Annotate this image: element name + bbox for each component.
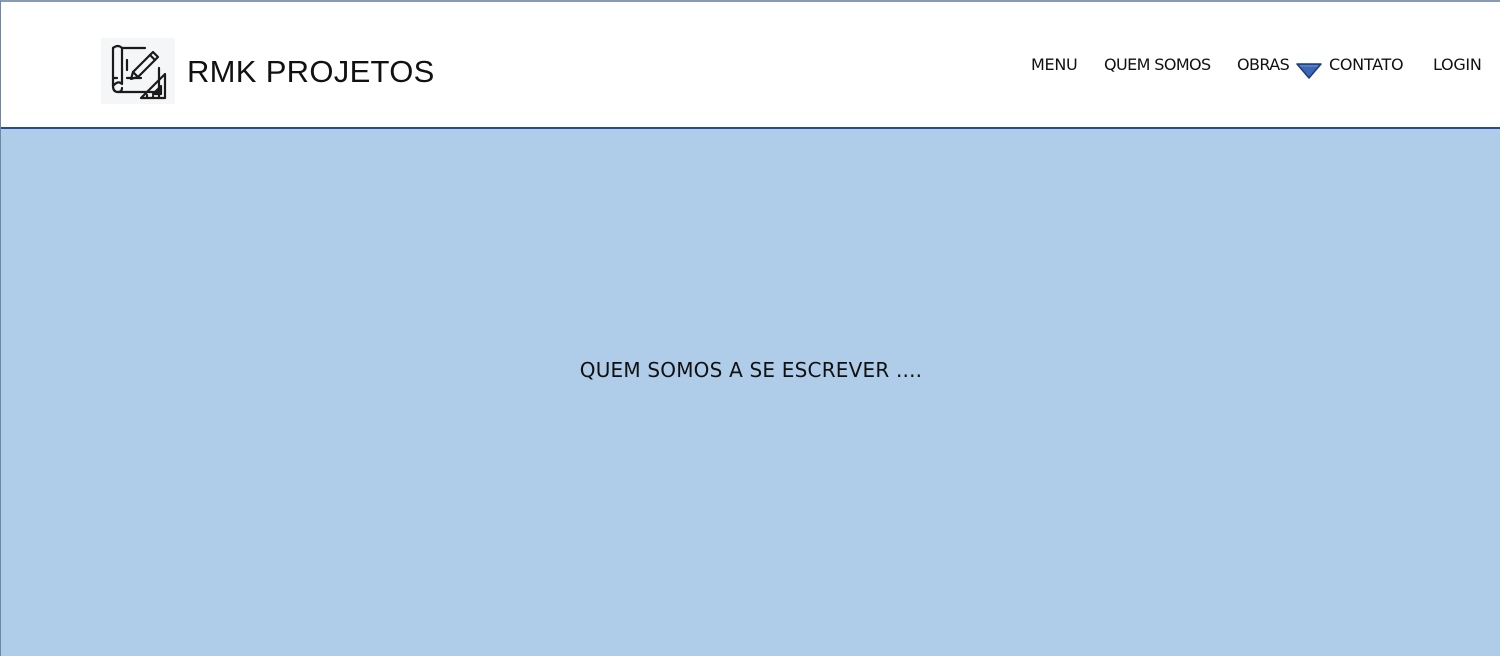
triangle-down-icon[interactable] — [1296, 63, 1322, 79]
nav-item-obras[interactable]: OBRAS — [1237, 52, 1290, 78]
site-header: RMK PROJETOS MENU QUEM SOMOS OBRAS CONTA… — [1, 2, 1500, 129]
nav-item-quem-somos[interactable]: QUEM SOMOS — [1104, 52, 1211, 78]
nav-item-contato[interactable]: CONTATO — [1329, 52, 1404, 78]
main-content: QUEM SOMOS A SE ESCREVER .... — [1, 129, 1500, 656]
about-placeholder-text: QUEM SOMOS A SE ESCREVER .... — [579, 358, 923, 382]
main-nav: MENU QUEM SOMOS OBRAS CONTATO LOGIN — [1, 52, 1500, 78]
nav-item-menu[interactable]: MENU — [1031, 52, 1078, 78]
page-frame: RMK PROJETOS MENU QUEM SOMOS OBRAS CONTA… — [0, 0, 1500, 656]
nav-item-login[interactable]: LOGIN — [1433, 52, 1482, 78]
